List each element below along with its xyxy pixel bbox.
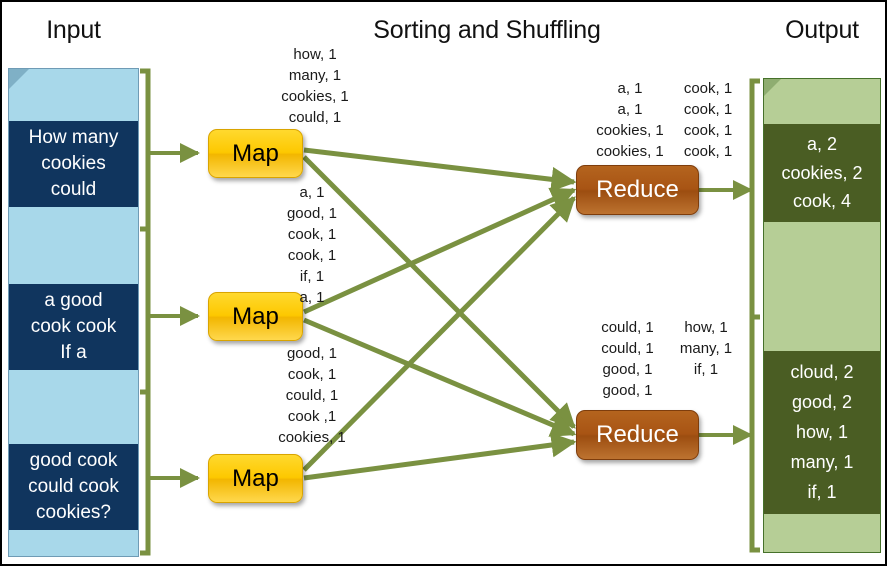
input-document: How many cookies could a good cook cook … xyxy=(8,68,139,557)
shuffle-group-2-right: how, 1 many, 1 if, 1 xyxy=(679,319,733,378)
input-band-1: How many cookies could xyxy=(9,121,138,207)
header-input: Input xyxy=(46,16,101,44)
reduce-to-output-arrows xyxy=(699,180,753,445)
output-entry: cookies, 2 xyxy=(781,162,863,183)
output-document: a, 2 cookies, 2 cook, 4 cloud, 2 good, 2… xyxy=(763,78,881,553)
reduce-node-1[interactable]: Reduce xyxy=(576,165,699,215)
output-entry: cook, 4 xyxy=(792,191,852,212)
page-fold-icon xyxy=(9,69,29,89)
input-band-2: a good cook cook If a xyxy=(9,284,138,370)
shuffle-group-1-right: cook, 1 cook, 1 cook, 1 cook, 1 xyxy=(683,80,733,160)
output-band-1: a, 2 cookies, 2 cook, 4 xyxy=(764,124,880,222)
map-node-1[interactable]: Map xyxy=(208,129,303,178)
output-entry: cloud, 2 xyxy=(790,361,854,382)
header-sorting-shuffling: Sorting and Shuffling xyxy=(373,16,601,44)
page-fold-icon-output xyxy=(764,79,781,96)
output-entry: many, 1 xyxy=(790,452,854,473)
header-output: Output xyxy=(785,16,859,44)
map-node-3-label: Map xyxy=(232,464,279,492)
output-entry: a, 2 xyxy=(806,133,838,154)
output-band-2: cloud, 2 good, 2 how, 1 many, 1 if, 1 xyxy=(764,351,880,514)
map-output-list-3: good, 1 cook, 1 could, 1 cook ,1 cookies… xyxy=(278,345,346,446)
input-to-map-arrows xyxy=(148,143,200,488)
output-bracket xyxy=(749,78,760,553)
map-node-1-label: Map xyxy=(232,139,279,167)
mapreduce-diagram: Input Sorting and Shuffling Output How m… xyxy=(0,0,887,566)
input-band-3: good cook could cook cookies? xyxy=(9,444,138,530)
map-node-3[interactable]: Map xyxy=(208,454,303,503)
map-output-list-2: a, 1 good, 1 cook, 1 cook, 1 if, 1 a, 1 xyxy=(286,184,338,306)
output-entry: good, 2 xyxy=(791,391,853,412)
output-entry: if, 1 xyxy=(807,482,837,503)
output-entry: how, 1 xyxy=(795,422,849,443)
map-output-list-1: how, 1 many, 1 cookies, 1 could, 1 xyxy=(281,46,349,126)
shuffle-group-2-left: could, 1 could, 1 good, 1 good, 1 xyxy=(601,319,654,399)
reduce-node-2[interactable]: Reduce xyxy=(576,410,699,460)
reduce-node-1-label: Reduce xyxy=(596,176,679,203)
input-bracket xyxy=(140,68,151,556)
reduce-node-2-label: Reduce xyxy=(596,421,679,448)
